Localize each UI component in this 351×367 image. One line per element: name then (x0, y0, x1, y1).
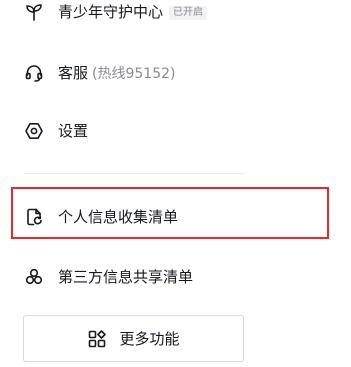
more-features-button[interactable]: 更多功能 (23, 315, 244, 362)
customer-service-label: 客服 (58, 63, 89, 82)
section-divider (24, 173, 244, 174)
hexagon-gear-icon (24, 121, 44, 141)
youth-guardian-label: 青少年守护中心 (58, 3, 164, 21)
headset-icon (24, 63, 44, 83)
status-badge: 已开启 (169, 6, 208, 20)
menu-item-third-party-sharing-list[interactable]: 第三方信息共享清单 (0, 257, 351, 297)
third-party-list-label: 第三方信息共享清单 (58, 268, 194, 286)
menu-item-settings[interactable]: 设置 (0, 111, 351, 151)
menu-item-label: 客服 (热线95152) (58, 63, 175, 84)
menu-item-customer-service[interactable]: 客服 (热线95152) (0, 53, 351, 93)
menu-item-youth-guardian[interactable]: 青少年守护中心 已开启 (0, 0, 351, 32)
three-circles-icon (24, 267, 44, 287)
more-features-label: 更多功能 (119, 330, 180, 348)
hotline-text: (热线95152) (92, 65, 176, 82)
sprout-icon (24, 2, 44, 22)
grid-icon (87, 329, 107, 349)
highlight-box (11, 187, 329, 239)
settings-label: 设置 (58, 122, 89, 140)
menu-item-label: 青少年守护中心 已开启 (58, 2, 208, 22)
